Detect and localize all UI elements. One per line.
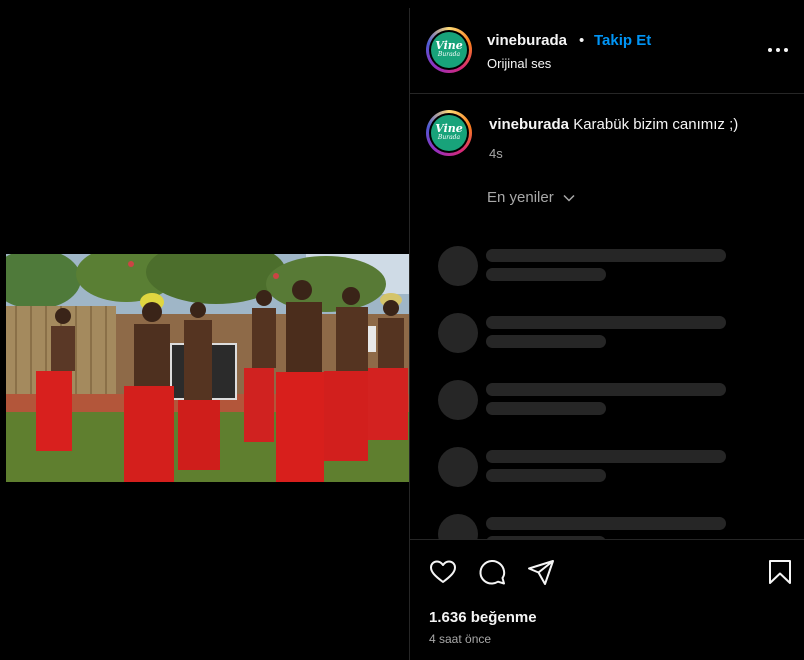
logo-text-line2: Burada: [437, 134, 461, 141]
post-actions: 1.636 beğenme 4 saat önce: [410, 539, 804, 660]
post-author-username[interactable]: vineburada: [487, 32, 567, 49]
heart-icon[interactable]: [429, 558, 457, 586]
post-details-panel: Vine Burada vineburada • Takip Et Orijin…: [409, 8, 804, 660]
post-timestamp[interactable]: 4 saat önce: [429, 632, 491, 646]
avatar-border: Vine Burada: [429, 30, 469, 70]
comment-skeleton: [438, 380, 768, 420]
logo-text-line2: Burada: [437, 51, 461, 58]
more-dot: [784, 48, 788, 52]
avatar[interactable]: Vine Burada: [426, 27, 472, 73]
media-pane: [6, 8, 409, 660]
share-icon[interactable]: [527, 558, 555, 586]
caption-timestamp[interactable]: 4s: [489, 146, 503, 161]
caption-avatar[interactable]: Vine Burada: [426, 110, 472, 156]
post-header: Vine Burada vineburada • Takip Et Orijin…: [410, 8, 804, 94]
caption-username[interactable]: vineburada: [489, 116, 569, 133]
comment-sort-dropdown[interactable]: En yeniler: [487, 189, 576, 206]
more-dot: [776, 48, 780, 52]
comment-icon[interactable]: [478, 558, 506, 586]
avatar-border: Vine Burada: [429, 113, 469, 153]
comment-skeleton: [438, 447, 768, 487]
chevron-down-icon: [563, 195, 575, 202]
post-viewer: Vine Burada vineburada • Takip Et Orijin…: [0, 0, 804, 660]
bookmark-icon[interactable]: [766, 558, 794, 586]
vineburada-logo-icon: Vine Burada: [431, 115, 467, 151]
sort-label: En yeniler: [487, 189, 554, 206]
caption-text: Karabük bizim canımız ;): [569, 116, 739, 133]
logo-text-line1: Vine: [435, 39, 463, 52]
comment-skeleton: [438, 313, 768, 353]
comments-loading-list: [410, 233, 804, 539]
video-frame-illustration: [6, 254, 409, 482]
follow-button[interactable]: Takip Et: [594, 32, 651, 49]
more-options-icon[interactable]: [766, 38, 790, 62]
like-count[interactable]: 1.636 beğenme: [429, 609, 537, 626]
header-separator: •: [579, 32, 585, 49]
audio-label[interactable]: Orijinal ses: [487, 56, 551, 71]
more-dot: [768, 48, 772, 52]
logo-text-line1: Vine: [435, 122, 463, 135]
post-video[interactable]: [6, 254, 409, 482]
comment-skeleton: [438, 514, 768, 539]
vineburada-logo-icon: Vine Burada: [431, 32, 467, 68]
post-caption: vineburada Karabük bizim canımız ;): [489, 116, 789, 134]
comment-skeleton: [438, 246, 768, 286]
